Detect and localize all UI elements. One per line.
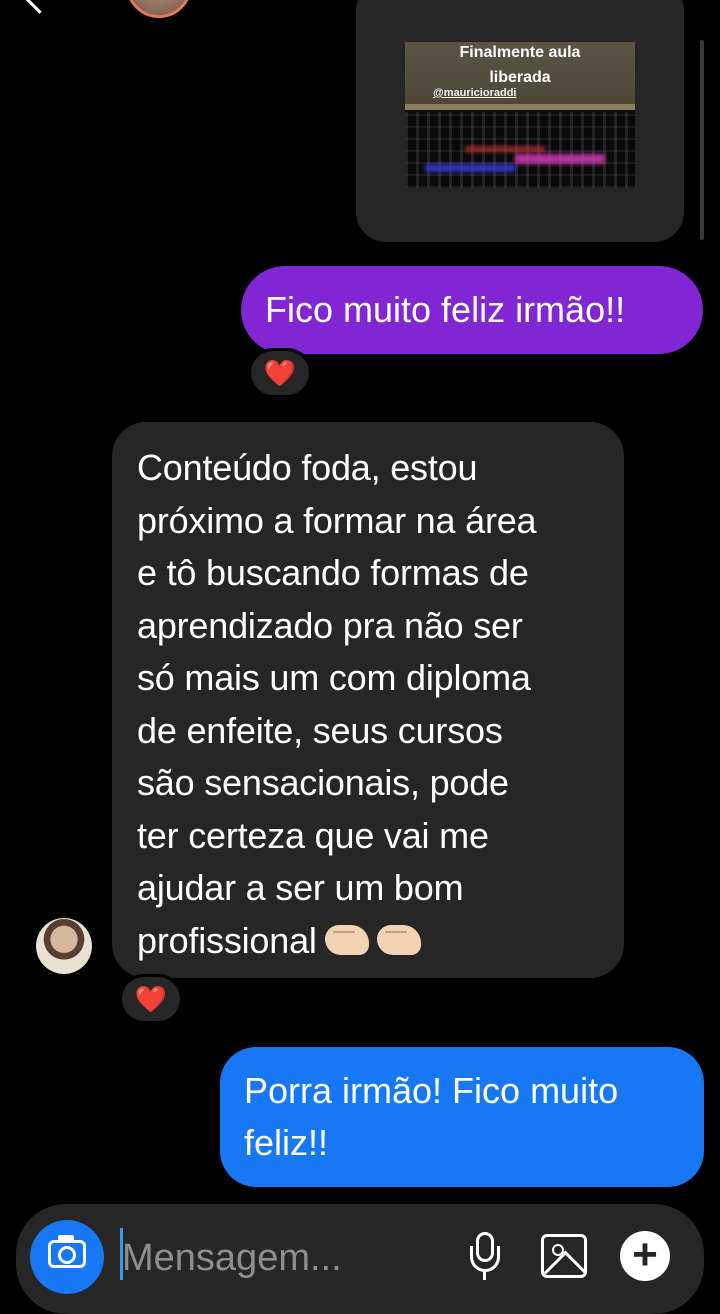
gallery-mountain <box>544 1250 584 1275</box>
message-line: Conteúdo foda, estou <box>137 447 478 488</box>
avatar[interactable] <box>126 0 192 18</box>
message-input[interactable] <box>120 1228 442 1288</box>
story-title: Finalmente aula liberada <box>459 44 581 86</box>
heart-reaction[interactable]: ❤️ <box>119 974 183 1024</box>
keyboard-backlight <box>425 164 515 172</box>
microphone-icon[interactable] <box>470 1232 500 1280</box>
gallery-icon[interactable] <box>541 1234 587 1278</box>
message-line: ajudar a ser um bom <box>137 867 464 908</box>
fist-bump-emoji-icon <box>324 924 369 955</box>
message-line: de enfeite, seus cursos <box>137 709 503 751</box>
message-line-text: profissional <box>137 919 317 961</box>
message-line: ter certeza que vai me <box>137 814 489 856</box>
text-caret <box>120 1228 123 1280</box>
keyboard-photo <box>405 112 635 188</box>
story-handle[interactable]: @mauricioraddi <box>429 87 520 99</box>
message-line: só mais um com diploma <box>137 657 531 698</box>
story-shelf <box>405 104 635 110</box>
message-line: aprendizado pra não ser <box>137 604 523 646</box>
message-line: são sensacionais, pode <box>137 762 509 803</box>
microphone-arc <box>470 1246 500 1272</box>
microphone-stem <box>483 1272 486 1280</box>
fist-bump-emoji-icon <box>376 924 421 955</box>
chevron-left-icon[interactable] <box>23 0 56 14</box>
plus-icon[interactable]: + <box>620 1231 670 1281</box>
message-line: e tô buscando formas de <box>137 552 529 593</box>
heart-reaction[interactable]: ❤️ <box>248 348 312 398</box>
keyboard-backlight <box>465 146 545 152</box>
keyboard-backlight <box>515 154 605 164</box>
outgoing-message[interactable]: Porra irmão! Fico muito feliz!! <box>220 1047 704 1187</box>
outgoing-message[interactable]: Fico muito feliz irmão!! <box>241 266 703 354</box>
camera-button[interactable] <box>30 1220 104 1294</box>
message-line: próximo a formar na área <box>137 499 537 541</box>
scrollbar[interactable] <box>700 40 704 240</box>
sender-avatar[interactable] <box>36 918 92 974</box>
message-line: profissional <box>137 915 604 968</box>
camera-lens <box>58 1246 76 1264</box>
story-thumbnail[interactable]: Finalmente aula liberada @mauricioraddi <box>405 42 635 188</box>
incoming-message[interactable]: Conteúdo foda, estou próximo a formar na… <box>112 422 624 978</box>
